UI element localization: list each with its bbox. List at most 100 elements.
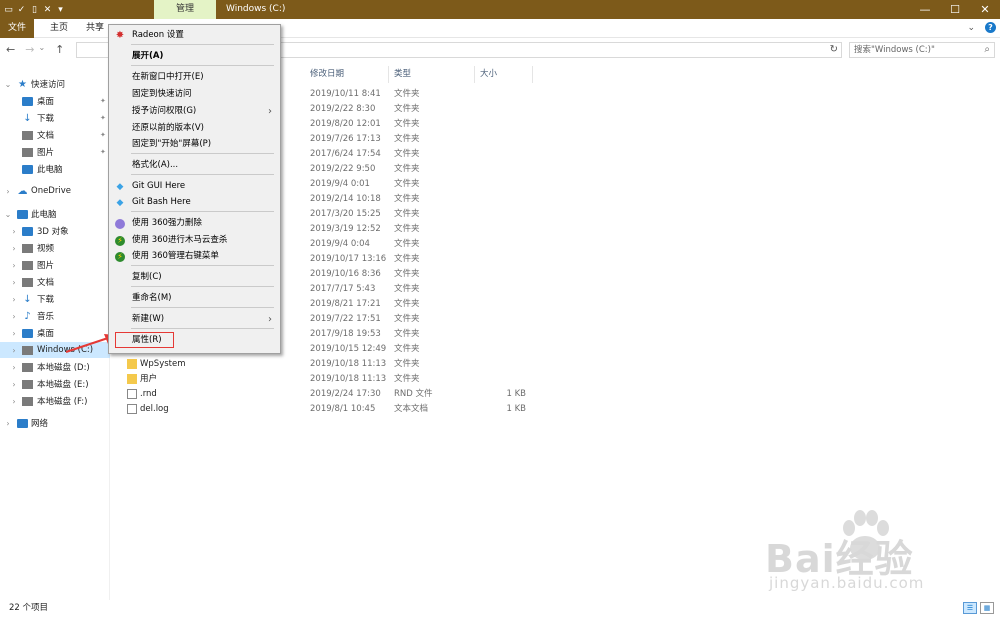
nav-item[interactable]: › 图片 bbox=[0, 257, 110, 273]
menu-item-9[interactable]: ◆ Git GUI Here bbox=[109, 178, 280, 195]
expand-arrow-icon[interactable]: › bbox=[4, 419, 12, 428]
tab-home[interactable]: 主页 bbox=[50, 19, 68, 38]
tab-file[interactable]: 文件 bbox=[0, 19, 34, 38]
recent-dropdown-icon[interactable]: ⌄ bbox=[38, 43, 45, 56]
minimize-button[interactable]: — bbox=[910, 0, 940, 19]
file-date: 2019/2/22 8:30 bbox=[310, 104, 376, 114]
menu-item-15[interactable]: 重命名(M) bbox=[109, 290, 280, 307]
expand-arrow-icon[interactable]: › bbox=[10, 227, 18, 236]
expand-arrow-icon[interactable]: › bbox=[10, 295, 18, 304]
customize-arrow-icon[interactable]: ▾ bbox=[56, 5, 65, 15]
nav-item[interactable]: › 网络 bbox=[0, 415, 110, 431]
menu-item-16[interactable]: 新建(W) › bbox=[109, 311, 280, 328]
column-date[interactable]: 修改日期 bbox=[305, 66, 389, 83]
submenu-arrow-icon: › bbox=[268, 314, 272, 325]
file-row[interactable]: 用户 2019/10/18 11:13 文件夹 bbox=[110, 372, 530, 387]
menu-item-3[interactable]: 在新窗口中打开(E) bbox=[109, 69, 280, 86]
file-type: 文件夹 bbox=[394, 119, 420, 129]
delete-icon[interactable]: ✕ bbox=[43, 5, 52, 15]
forward-icon[interactable]: → bbox=[25, 43, 34, 56]
nav-item[interactable]: 桌面 ✦ bbox=[0, 93, 110, 109]
nav-item[interactable]: › 文档 bbox=[0, 274, 110, 290]
nav-item[interactable]: › 本地磁盘 (E:) bbox=[0, 376, 110, 392]
computer-icon bbox=[22, 164, 33, 174]
expand-arrow-icon[interactable]: › bbox=[10, 346, 18, 355]
menu-item-13[interactable]: ⚡ 使用 360管理右键菜单 bbox=[109, 248, 280, 265]
menu-item-label: 固定到"开始"屏幕(P) bbox=[132, 139, 212, 149]
nav-item[interactable]: › 3D 对象 bbox=[0, 223, 110, 239]
nav-item-label: 本地磁盘 (E:) bbox=[37, 380, 89, 390]
file-type: 文件夹 bbox=[394, 194, 420, 204]
file-row[interactable]: .rnd 2019/2/24 17:30 RND 文件 1 KB bbox=[110, 387, 530, 402]
close-button[interactable]: ✕ bbox=[970, 0, 1000, 19]
nav-item-label: 下载 bbox=[37, 295, 55, 305]
nav-item[interactable]: › 视频 bbox=[0, 240, 110, 256]
expand-arrow-icon[interactable]: ⌄ bbox=[4, 210, 12, 219]
menu-item-12[interactable]: ⚡ 使用 360进行木马云查杀 bbox=[109, 232, 280, 249]
file-row[interactable]: WpSystem 2019/10/18 11:13 文件夹 bbox=[110, 357, 530, 372]
file-row[interactable]: del.log 2019/8/1 10:45 文本文档 1 KB bbox=[110, 402, 530, 417]
git-icon: ◆ bbox=[116, 198, 124, 208]
nav-item[interactable]: › ♪ 音乐 bbox=[0, 308, 110, 324]
expand-arrow-icon[interactable]: › bbox=[10, 397, 18, 406]
nav-item-label: 文档 bbox=[37, 278, 55, 288]
manage-context-tab[interactable]: 管理 bbox=[154, 0, 216, 19]
nav-item[interactable]: › 本地磁盘 (D:) bbox=[0, 359, 110, 375]
nav-item[interactable]: 此电脑 bbox=[0, 161, 110, 177]
nav-item[interactable]: ⌄ 此电脑 bbox=[0, 206, 110, 222]
up-icon[interactable]: ↑ bbox=[55, 43, 64, 56]
menu-item-14[interactable]: 复制(C) bbox=[109, 269, 280, 286]
expand-arrow-icon[interactable]: › bbox=[10, 329, 18, 338]
help-icon[interactable]: ? bbox=[985, 22, 996, 33]
menu-item-1[interactable]: ✸ Radeon 设置 bbox=[109, 27, 280, 44]
menu-item-4[interactable]: 固定到快速访问 bbox=[109, 86, 280, 103]
expand-arrow-icon[interactable]: › bbox=[10, 380, 18, 389]
nav-item[interactable]: ↓ 下载 ✦ bbox=[0, 110, 110, 126]
expand-arrow-icon[interactable]: › bbox=[10, 278, 18, 287]
search-input[interactable]: 搜索"Windows (C:)" ⌕ bbox=[849, 42, 995, 58]
desktop-icon bbox=[22, 328, 33, 338]
column-size[interactable]: 大小 bbox=[475, 66, 533, 83]
maximize-button[interactable]: ☐ bbox=[940, 0, 970, 19]
expand-arrow-icon[interactable]: › bbox=[10, 261, 18, 270]
folder-icon[interactable]: ▭ bbox=[4, 5, 13, 15]
drive-icon bbox=[22, 345, 33, 355]
large-icons-view-icon[interactable]: ▦ bbox=[980, 602, 994, 614]
menu-item-7[interactable]: 固定到"开始"屏幕(P) bbox=[109, 136, 280, 153]
expand-arrow-icon[interactable]: › bbox=[4, 187, 12, 196]
file-type: 文件夹 bbox=[394, 149, 420, 159]
menu-item-label: 新建(W) bbox=[132, 314, 165, 324]
column-type[interactable]: 类型 bbox=[389, 66, 475, 83]
menu-separator bbox=[131, 307, 274, 308]
nav-item[interactable]: ⌄ ★ 快速访问 bbox=[0, 76, 110, 92]
nav-item-label: 音乐 bbox=[37, 312, 55, 322]
nav-item[interactable]: › ↓ 下载 bbox=[0, 291, 110, 307]
file-type: 文件夹 bbox=[394, 179, 420, 189]
details-view-icon[interactable]: ☰ bbox=[963, 602, 977, 614]
cube-icon bbox=[22, 226, 33, 236]
nav-item[interactable]: › 本地磁盘 (F:) bbox=[0, 393, 110, 409]
menu-item-5[interactable]: 授予访问权限(G) › bbox=[109, 103, 280, 120]
refresh-icon[interactable]: ↻ bbox=[830, 43, 838, 57]
nav-item-label: 下载 bbox=[37, 114, 55, 124]
menu-item-2[interactable]: 展开(A) bbox=[109, 48, 280, 65]
expand-ribbon-icon[interactable]: ⌄ bbox=[967, 23, 975, 33]
menu-item-label: 使用 360管理右键菜单 bbox=[132, 251, 219, 261]
new-folder-icon[interactable]: ▯ bbox=[30, 5, 39, 15]
menu-item-6[interactable]: 还原以前的版本(V) bbox=[109, 120, 280, 137]
context-menu: ✸ Radeon 设置 展开(A) 在新窗口中打开(E) 固定到快速访问 授予访问权限(G… bbox=[108, 24, 281, 354]
menu-item-10[interactable]: ◆ Git Bash Here bbox=[109, 194, 280, 211]
back-icon[interactable]: ← bbox=[6, 43, 15, 56]
expand-arrow-icon[interactable]: › bbox=[10, 312, 18, 321]
expand-arrow-icon[interactable]: › bbox=[10, 363, 18, 372]
nav-item[interactable]: 图片 ✦ bbox=[0, 144, 110, 160]
properties-icon[interactable]: ✓ bbox=[17, 5, 26, 15]
nav-item[interactable]: › ☁ OneDrive bbox=[0, 183, 110, 199]
expand-arrow-icon[interactable]: › bbox=[10, 244, 18, 253]
nav-item[interactable]: 文档 ✦ bbox=[0, 127, 110, 143]
menu-item-8[interactable]: 格式化(A)... bbox=[109, 157, 280, 174]
menu-item-11[interactable]: 使用 360强力删除 bbox=[109, 215, 280, 232]
expand-arrow-icon[interactable]: ⌄ bbox=[4, 80, 12, 89]
tab-share[interactable]: 共享 bbox=[86, 19, 104, 38]
download-icon: ↓ bbox=[23, 112, 32, 124]
